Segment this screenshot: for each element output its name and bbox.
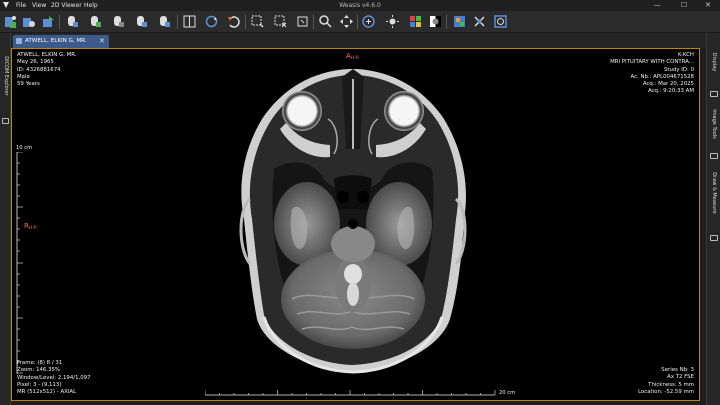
patient-sex: Male [17, 73, 30, 80]
measure-icon[interactable] [273, 14, 288, 29]
image-viewer[interactable]: AH-R RH-P 10 cm 20 cm ATWELL, ELKIN G, M… [11, 48, 700, 401]
left-dock: DICOM Explorer [0, 33, 11, 405]
viewer-tab-strip: ATWELL, ELKIN G, MR. ✕ [11, 33, 706, 48]
mouse-wheel-action-icon[interactable] [134, 14, 149, 29]
horizontal-scale-label: 20 cm [499, 390, 516, 396]
slice-location: Location: -52.59 mm [638, 388, 694, 395]
rotate-icon[interactable] [295, 14, 310, 29]
modality-info: MR (512x512) - AXIAL [17, 389, 77, 396]
minimize-button[interactable]: — [645, 0, 669, 11]
patient-age: 59 Years [17, 81, 40, 88]
synchronise-icon[interactable] [204, 14, 219, 29]
orientation-left-sub: H-P [28, 226, 37, 231]
tab-close-icon[interactable]: ✕ [99, 37, 105, 45]
reset-icon[interactable] [226, 14, 241, 29]
image-tools-panel-label: Image Tools [711, 109, 717, 139]
main-toolbar [0, 11, 720, 33]
patient-id: ID: 4326881674 [17, 66, 61, 73]
color-palette-icon[interactable] [452, 14, 467, 29]
crosshair-icon[interactable] [472, 14, 487, 29]
draw-measure-panel-label: Draw & Measure [711, 172, 717, 214]
vertical-scale-label: 10 cm [16, 145, 33, 151]
mri-axial-image[interactable] [12, 49, 700, 401]
mouse-left-action-icon[interactable] [65, 14, 80, 29]
dicom-explorer-tab[interactable]: DICOM Explorer [1, 43, 10, 113]
pixel-info: Pixel: 3 - (9,113) [17, 381, 62, 388]
horizontal-scale-ruler [205, 390, 496, 396]
invert-icon[interactable] [428, 14, 443, 29]
window-level-info: Window/Level: 2,194/1,097 [17, 374, 91, 381]
tab-patient-viewer[interactable]: ATWELL, ELKIN G, MR. ✕ [13, 35, 109, 48]
institution: K-KCH [678, 52, 694, 58]
cine-icon[interactable] [250, 14, 265, 29]
series-sync-icon[interactable] [493, 14, 508, 29]
lut-icon[interactable] [408, 14, 423, 29]
layout-icon[interactable] [182, 14, 197, 29]
overlay-study-info: K-KCH MRI PITUITARY WITH CONTRA... Study… [610, 52, 694, 96]
slice-thickness: Thickness: 5 mm [648, 381, 694, 388]
window-level-icon[interactable] [361, 14, 376, 29]
study-description: MRI PITUITARY WITH CONTRA... [610, 59, 694, 66]
study-id: Study ID: 0 [664, 66, 694, 73]
close-button[interactable]: ✕ [696, 0, 720, 11]
mouse-scroll-action-icon[interactable] [157, 14, 172, 29]
maximize-button[interactable]: ☐ [672, 0, 696, 11]
overlay-image-info: Frame: (8) 8 / 31 Zoom: 146.35% Window/L… [17, 360, 91, 396]
mouse-middle-action-icon[interactable] [88, 14, 103, 29]
panel-pin-icon[interactable] [2, 118, 9, 124]
series-description: Ax T2 FSE [667, 374, 694, 381]
import-dicom-icon[interactable] [3, 14, 18, 29]
series-number: Series Nb: 3 [661, 367, 694, 373]
dicom-explorer-label: DICOM Explorer [3, 56, 9, 96]
display-panel-label: Display [711, 52, 717, 72]
orientation-top: AH-R [346, 52, 359, 61]
viewer-tab-icon [16, 38, 22, 44]
open-series-icon[interactable] [41, 14, 56, 29]
overlay-series-info: Series Nb: 3 Ax T2 FSE Thickness: 5 mm L… [638, 367, 694, 396]
vertical-scale-ruler [16, 152, 23, 374]
tab-label: ATWELL, ELKIN G, MR. [25, 38, 87, 44]
frame-info: Frame: (8) 8 / 31 [17, 360, 63, 366]
acquisition-time: Acq.: 9:20:33 AM [647, 88, 694, 95]
mouse-right-action-icon[interactable] [111, 14, 126, 29]
display-panel-tab[interactable]: Display [709, 41, 719, 97]
panel-pin-icon[interactable] [710, 235, 718, 241]
acquisition-date: Acq.: Mar 20, 2025 [642, 81, 694, 88]
title-bar: File View 2D Viewer Help Weasis v4.6.0 —… [0, 0, 720, 11]
orientation-top-sub: H-R [350, 56, 359, 61]
pan-icon[interactable] [339, 14, 354, 29]
zoom-info: Zoom: 146.35% [17, 367, 61, 374]
patient-name: ATWELL, ELKIN G, MR. [17, 52, 77, 58]
panel-pin-icon[interactable] [710, 153, 718, 159]
draw-measure-panel-tab[interactable]: Draw & Measure [709, 163, 719, 241]
right-dock: Display Image Tools Draw & Measure [706, 33, 720, 405]
brightness-icon[interactable] [385, 14, 400, 29]
zoom-icon[interactable] [318, 14, 333, 29]
overlay-patient-info: ATWELL, ELKIN G, MR. May 26, 1965 ID: 43… [17, 52, 77, 88]
accession-number: Ac. Nb.: APL004671528 [630, 73, 695, 80]
window-title: Weasis v4.6.0 [339, 2, 381, 9]
image-tools-panel-tab[interactable]: Image Tools [709, 99, 719, 159]
export-dicom-icon[interactable] [21, 14, 36, 29]
patient-birthdate: May 26, 1965 [17, 59, 54, 66]
